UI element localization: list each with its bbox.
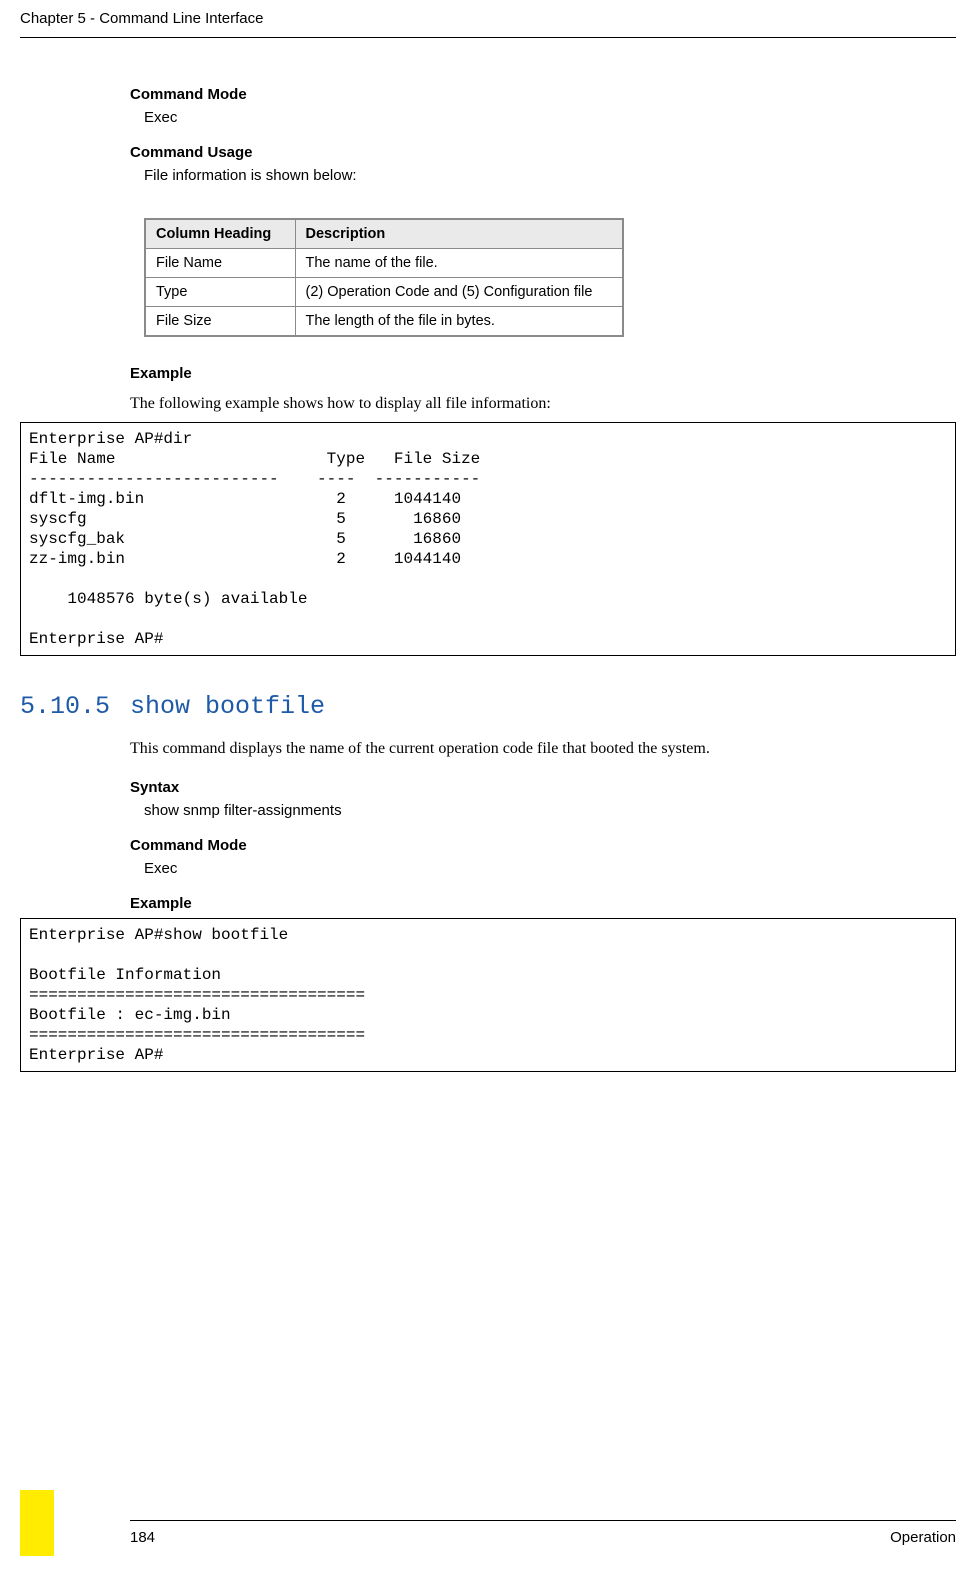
table-cell-desc: (2) Operation Code and (5) Configuration… — [295, 278, 623, 307]
table-cell-desc: The name of the file. — [295, 249, 623, 278]
syntax-value: show snmp filter-assignments — [144, 802, 896, 819]
table-cell-heading: File Name — [145, 249, 295, 278]
command-mode-label-1: Command Mode — [130, 86, 896, 103]
file-info-table: Column Heading Description File Name The… — [144, 218, 624, 337]
chapter-title: Chapter 5 - Command Line Interface — [20, 10, 956, 27]
table-row: Type (2) Operation Code and (5) Configur… — [145, 278, 623, 307]
table-header-col2: Description — [295, 219, 623, 249]
command-mode-value-1: Exec — [144, 109, 896, 126]
syntax-label: Syntax — [130, 779, 896, 796]
table-row: File Name The name of the file. — [145, 249, 623, 278]
yellow-tab-icon — [20, 1490, 54, 1556]
section-number: 5.10.5 — [20, 692, 130, 721]
code-example-bootfile: Enterprise AP#show bootfile Bootfile Inf… — [20, 918, 956, 1072]
code-example-dir: Enterprise AP#dir File Name Type File Si… — [20, 422, 956, 656]
example-label-2: Example — [130, 895, 896, 912]
section-name: show bootfile — [130, 692, 325, 721]
table-row: File Size The length of the file in byte… — [145, 307, 623, 337]
example-label-1: Example — [130, 365, 896, 382]
table-header-row: Column Heading Description — [145, 219, 623, 249]
table-cell-heading: File Size — [145, 307, 295, 337]
footer-label: Operation — [890, 1529, 956, 1546]
command-usage-value: File information is shown below: — [144, 167, 896, 184]
command-usage-label: Command Usage — [130, 144, 896, 161]
command-mode-value-2: Exec — [144, 860, 896, 877]
section-description: This command displays the name of the cu… — [130, 737, 896, 761]
table-cell-desc: The length of the file in bytes. — [295, 307, 623, 337]
table-cell-heading: Type — [145, 278, 295, 307]
command-mode-label-2: Command Mode — [130, 837, 896, 854]
example-intro-1: The following example shows how to displ… — [130, 392, 896, 416]
table-header-col1: Column Heading — [145, 219, 295, 249]
page-number: 184 — [130, 1529, 155, 1546]
